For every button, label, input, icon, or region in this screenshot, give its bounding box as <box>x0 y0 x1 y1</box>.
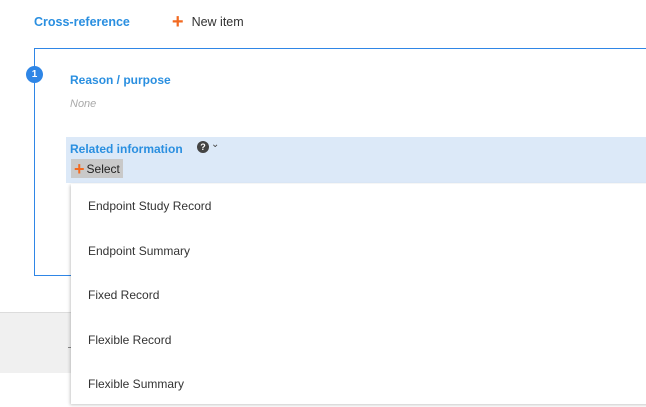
item-index-badge: 1 <box>26 66 43 83</box>
chevron-down-icon[interactable]: ⌄ <box>211 139 219 150</box>
new-item-button[interactable]: + New item <box>171 11 244 33</box>
dropdown-option-fixed-record[interactable]: Fixed Record <box>71 273 646 318</box>
help-icon[interactable]: ? <box>197 141 209 153</box>
dropdown-option-flexible-summary[interactable]: Flexible Summary <box>71 362 646 407</box>
bottom-panel <box>0 312 72 373</box>
plus-icon: + <box>171 11 184 33</box>
select-dropdown-menu: Endpoint Study Record Endpoint Summary F… <box>71 184 646 404</box>
select-label: Select <box>86 161 120 176</box>
select-button[interactable]: + Select <box>71 159 123 178</box>
toolbar: Cross-reference + New item <box>34 12 244 32</box>
new-item-label: New item <box>191 15 244 29</box>
related-information-section: Related information ? ⌄ + Select <box>66 137 646 183</box>
dropdown-option-endpoint-summary[interactable]: Endpoint Summary <box>71 229 646 274</box>
related-information-label: Related information <box>70 142 183 156</box>
reason-purpose-label: Reason / purpose <box>70 73 171 87</box>
reason-purpose-value[interactable]: None <box>70 98 96 110</box>
dropdown-option-flexible-record[interactable]: Flexible Record <box>71 318 646 363</box>
cross-reference-label: Cross-reference <box>34 15 130 29</box>
plus-icon: + <box>74 158 85 179</box>
dropdown-option-endpoint-study-record[interactable]: Endpoint Study Record <box>71 184 646 229</box>
